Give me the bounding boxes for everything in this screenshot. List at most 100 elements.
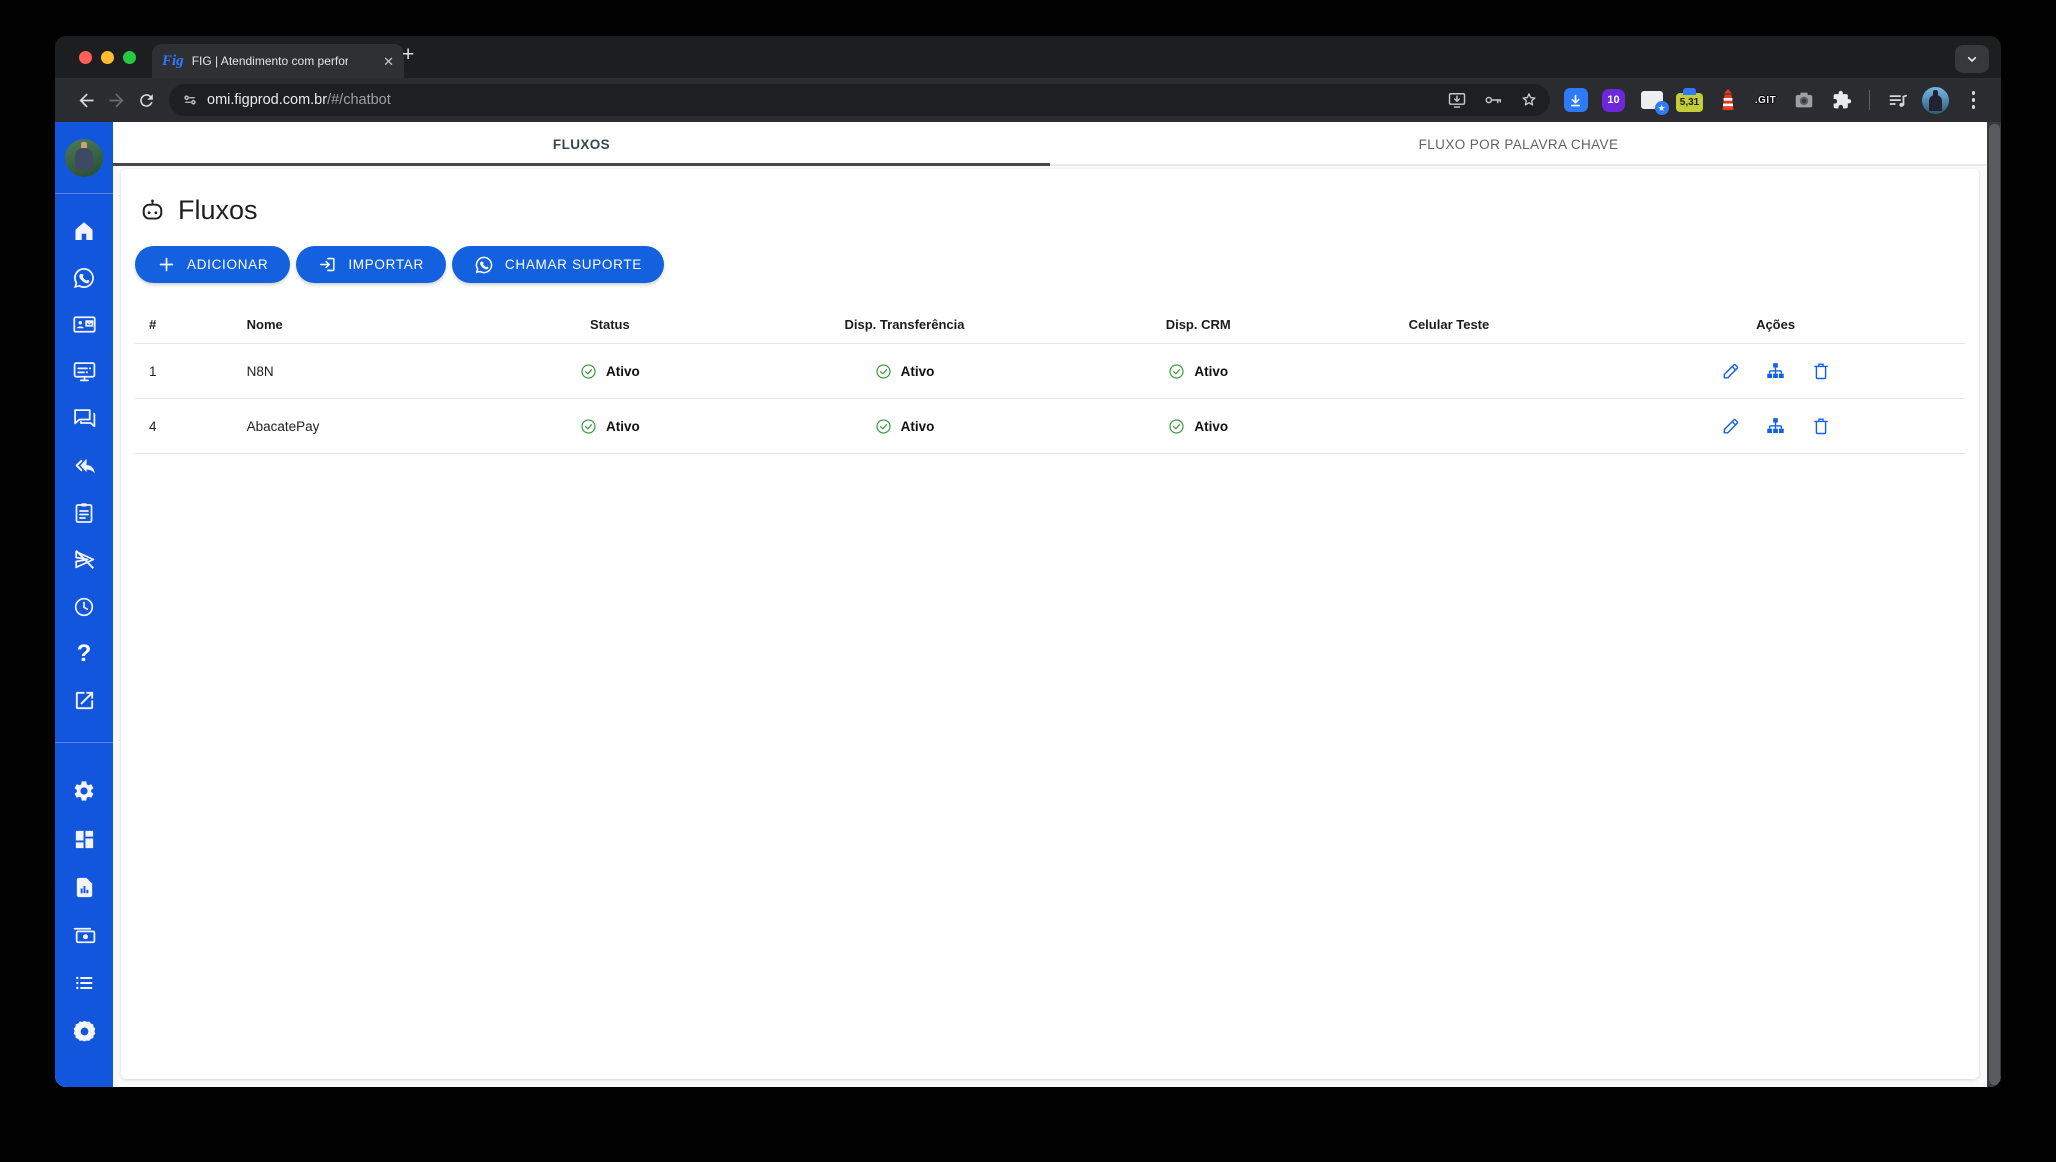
- gear-filled-icon: [72, 1019, 97, 1044]
- delete-button[interactable]: [1810, 360, 1832, 382]
- forum-chat-icon: [72, 406, 97, 431]
- sidebar-item-settings[interactable]: [55, 767, 113, 815]
- sidebar-item-campaigns-disabled[interactable]: [55, 536, 113, 583]
- import-icon: [318, 255, 337, 274]
- main-page: FLUXOS FLUXO POR PALAVRA CHAVE Fluxos: [113, 122, 1987, 1087]
- active-tab-indicator: [113, 163, 1050, 166]
- edit-button[interactable]: [1720, 360, 1742, 382]
- sidebar-item-help[interactable]: ?: [55, 630, 113, 677]
- browser-menu-button[interactable]: [1960, 87, 1987, 114]
- media-controls-button[interactable]: [1884, 87, 1911, 114]
- app-sidebar: ?: [55, 122, 113, 1087]
- extension-camera[interactable]: [1790, 87, 1817, 114]
- extensions-menu-button[interactable]: [1828, 87, 1855, 114]
- browser-tab[interactable]: Fig FIG | Atendimento com perfor ✕: [152, 44, 404, 78]
- sidebar-item-list[interactable]: [55, 959, 113, 1007]
- puzzle-icon: [1832, 90, 1852, 110]
- tab-fluxos[interactable]: FLUXOS: [113, 122, 1050, 166]
- toolbar-separator: [1869, 90, 1870, 110]
- cell-name: N8N: [247, 364, 496, 379]
- forward-button[interactable]: [101, 85, 131, 115]
- user-avatar[interactable]: [65, 139, 103, 177]
- col-header-id: #: [135, 317, 247, 332]
- help-question-icon: ?: [77, 640, 92, 668]
- browser-toolbar: omi.figprod.com.br /#/chatbot: [55, 78, 2001, 122]
- whatsapp-icon: [72, 266, 96, 290]
- new-tab-button[interactable]: +: [402, 43, 414, 67]
- pencil-icon: [1721, 361, 1741, 381]
- sidebar-divider: [55, 742, 113, 743]
- fluxos-table: # Nome Status Disp. Transferência Disp. …: [135, 305, 1965, 454]
- url-path: /#/chatbot: [327, 92, 391, 108]
- bookmark-button[interactable]: [1514, 85, 1544, 115]
- check-circle-icon: [580, 363, 597, 380]
- address-bar[interactable]: omi.figprod.com.br /#/chatbot: [169, 84, 1550, 116]
- tab-search-button[interactable]: [1955, 45, 1989, 73]
- install-monitor-icon: [1447, 90, 1467, 110]
- dashboard-icon: [73, 828, 96, 851]
- sidebar-item-reports[interactable]: [55, 863, 113, 911]
- sidebar-item-chats[interactable]: [55, 395, 113, 442]
- extensions-row: 10 5,31 .GIT: [1562, 87, 1987, 114]
- extension-lighthouse[interactable]: [1714, 87, 1741, 114]
- chevron-down-icon: [1964, 51, 1980, 67]
- sidebar-item-external-link[interactable]: [55, 677, 113, 724]
- back-button[interactable]: [71, 85, 101, 115]
- key-icon: [1483, 90, 1503, 110]
- check-circle-icon: [875, 363, 892, 380]
- sidebar-item-reply-all[interactable]: [55, 442, 113, 489]
- url-host: omi.figprod.com.br: [207, 92, 327, 108]
- extension-git[interactable]: .GIT: [1752, 87, 1779, 114]
- flow-tree-button[interactable]: [1765, 415, 1787, 437]
- sidebar-item-history[interactable]: [55, 583, 113, 630]
- page-content: ?: [55, 122, 2001, 1087]
- row-actions: [1720, 360, 1832, 382]
- cell-id: 1: [135, 364, 247, 379]
- profile-avatar[interactable]: [1922, 87, 1949, 114]
- col-header-nome: Nome: [247, 317, 496, 332]
- home-icon: [72, 219, 96, 243]
- sidebar-divider: [55, 193, 113, 194]
- sidebar-item-screen[interactable]: [55, 348, 113, 395]
- reload-button[interactable]: [131, 85, 161, 115]
- delete-button[interactable]: [1810, 415, 1832, 437]
- extension-window-star[interactable]: [1638, 87, 1665, 114]
- extension-ten-badge[interactable]: 10: [1600, 87, 1627, 114]
- add-button[interactable]: ADICIONAR: [135, 246, 290, 283]
- sidebar-item-contacts[interactable]: [55, 301, 113, 348]
- robot-icon: [139, 197, 166, 224]
- install-app-button[interactable]: [1442, 85, 1472, 115]
- minimize-window-button[interactable]: [101, 51, 114, 64]
- page-scrollbar[interactable]: [1987, 122, 2001, 1087]
- three-dot-menu-icon: [1972, 91, 1976, 109]
- payments-icon: [72, 923, 97, 948]
- cell-id: 4: [135, 419, 247, 434]
- import-button[interactable]: IMPORTAR: [296, 246, 446, 283]
- page-title: Fluxos: [135, 169, 1965, 226]
- extension-price-badge[interactable]: 5,31: [1676, 87, 1703, 114]
- col-header-crm: Disp. CRM: [1085, 317, 1312, 332]
- extension-downloader[interactable]: [1562, 87, 1589, 114]
- maximize-window-button[interactable]: [123, 51, 136, 64]
- sidebar-item-preferences[interactable]: [55, 1007, 113, 1055]
- tab-fluxo-palavra-chave[interactable]: FLUXO POR PALAVRA CHAVE: [1050, 122, 1987, 166]
- sidebar-item-whatsapp[interactable]: [55, 254, 113, 301]
- send-disabled-icon: [72, 547, 97, 572]
- scrollbar-thumb[interactable]: [1989, 124, 2000, 1085]
- check-circle-icon: [1168, 418, 1185, 435]
- call-support-button[interactable]: CHAMAR SUPORTE: [452, 246, 664, 283]
- sidebar-item-dashboard[interactable]: [55, 815, 113, 863]
- sidebar-item-home[interactable]: [55, 207, 113, 254]
- close-tab-icon[interactable]: ✕: [383, 55, 394, 68]
- sidebar-item-payments[interactable]: [55, 911, 113, 959]
- reply-all-icon: [72, 453, 97, 478]
- close-window-button[interactable]: [79, 51, 92, 64]
- sidebar-item-tasks[interactable]: [55, 489, 113, 536]
- favicon-fig: Fig: [162, 53, 184, 70]
- camera-icon: [1793, 89, 1815, 111]
- passwords-button[interactable]: [1478, 85, 1508, 115]
- clock-icon: [72, 595, 96, 619]
- open-in-new-icon: [73, 689, 96, 712]
- flow-tree-button[interactable]: [1765, 360, 1787, 382]
- edit-button[interactable]: [1720, 415, 1742, 437]
